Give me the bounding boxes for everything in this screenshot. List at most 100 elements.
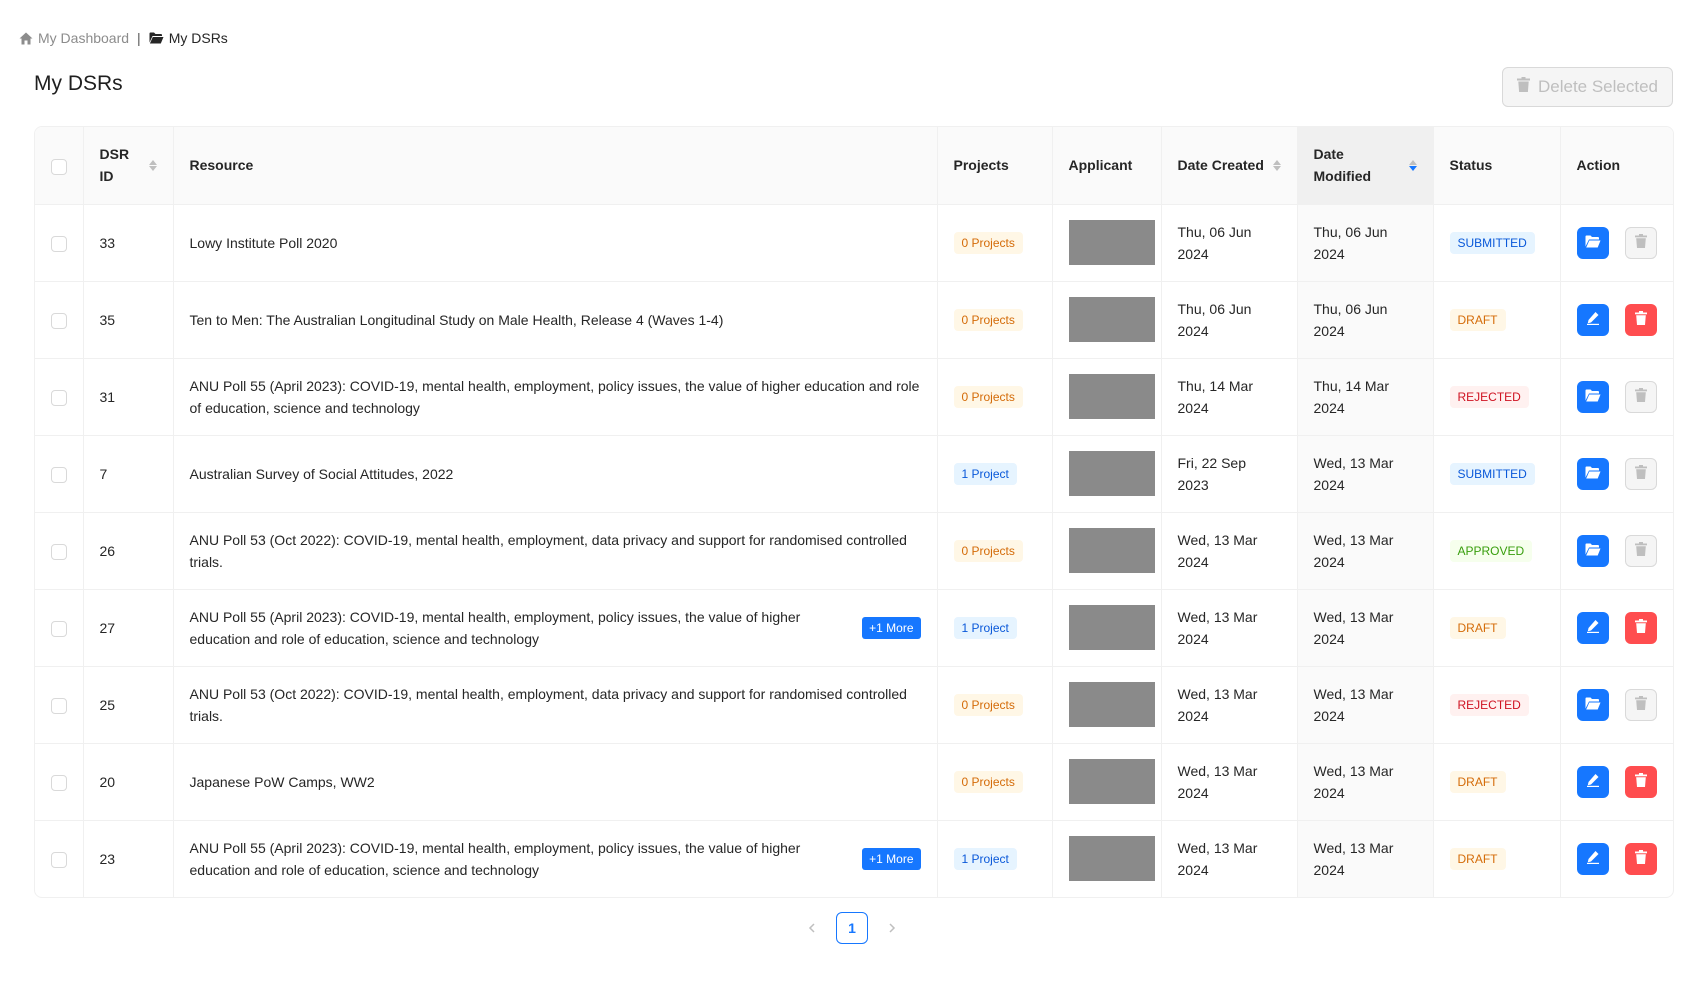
trash-icon xyxy=(1634,386,1647,408)
status-cell: REJECTED xyxy=(1433,666,1561,744)
projects-cell: 1 Project xyxy=(937,589,1053,667)
resource-name: Ten to Men: The Australian Longitudinal … xyxy=(189,311,724,328)
row-select-cell xyxy=(35,435,84,513)
applicant-cell xyxy=(1052,281,1162,359)
edit-button[interactable] xyxy=(1576,765,1609,798)
column-date-modified[interactable]: Date Modified xyxy=(1297,127,1434,205)
status-badge: SUBMITTED xyxy=(1449,463,1535,485)
folder-open-icon xyxy=(1585,694,1601,716)
row-checkbox[interactable] xyxy=(51,466,67,483)
more-resources-tag[interactable]: +1 More xyxy=(862,616,921,639)
dsr-id-cell: 35 xyxy=(83,281,174,359)
date-modified-cell: Wed, 13 Mar 2024 xyxy=(1297,435,1434,513)
projects-cell: 0 Projects xyxy=(937,512,1053,590)
table-header-row: DSR ID Resource Projects Applicant Date … xyxy=(35,127,1673,205)
chevron-right-icon[interactable] xyxy=(876,912,908,944)
column-dsr-id[interactable]: DSR ID xyxy=(83,127,174,205)
projects-tag[interactable]: 0 Projects xyxy=(953,694,1023,716)
folder-open-icon xyxy=(149,32,164,44)
projects-tag[interactable]: 0 Projects xyxy=(953,771,1023,793)
row-checkbox[interactable] xyxy=(51,543,67,560)
projects-cell: 0 Projects xyxy=(937,358,1053,436)
applicant-redacted xyxy=(1068,528,1155,573)
row-checkbox[interactable] xyxy=(51,235,67,252)
delete-button[interactable] xyxy=(1624,765,1657,798)
status-cell: SUBMITTED xyxy=(1433,204,1561,282)
trash-icon xyxy=(1634,617,1647,639)
projects-tag[interactable]: 0 Projects xyxy=(953,232,1023,254)
table-row: 25 ANU Poll 53 (Oct 2022): COVID-19, ment… xyxy=(35,666,1673,744)
projects-cell: 0 Projects xyxy=(937,743,1053,821)
edit-button[interactable] xyxy=(1576,611,1609,644)
projects-tag[interactable]: 0 Projects xyxy=(953,386,1023,408)
applicant-cell xyxy=(1052,743,1162,821)
column-date-modified-label: Date Modified xyxy=(1313,146,1372,185)
trash-icon xyxy=(1634,694,1647,716)
row-select-cell xyxy=(35,820,84,897)
delete-button-disabled xyxy=(1624,226,1657,259)
view-button[interactable] xyxy=(1576,380,1609,413)
status-badge: DRAFT xyxy=(1449,617,1506,639)
delete-button[interactable] xyxy=(1624,842,1657,875)
date-modified-cell: Wed, 13 Mar 2024 xyxy=(1297,820,1434,897)
edit-button[interactable] xyxy=(1576,842,1609,875)
row-checkbox[interactable] xyxy=(51,852,67,869)
breadcrumb-separator: | xyxy=(137,30,141,46)
resource-name: ANU Poll 53 (Oct 2022): COVID-19, mental… xyxy=(189,531,907,570)
projects-tag[interactable]: 1 Project xyxy=(953,463,1017,485)
table-row: 23 ANU Poll 55 (April 2023): COVID-19, me… xyxy=(35,820,1673,897)
view-button[interactable] xyxy=(1576,534,1609,567)
projects-tag[interactable]: 1 Project xyxy=(953,848,1017,871)
chevron-left-icon[interactable] xyxy=(796,912,828,944)
trash-icon xyxy=(1634,848,1647,870)
row-checkbox[interactable] xyxy=(51,312,67,329)
edit-icon xyxy=(1586,309,1600,331)
action-cell xyxy=(1560,512,1673,590)
resource-cell: ANU Poll 55 (April 2023): COVID-19, ment… xyxy=(173,358,938,436)
applicant-cell xyxy=(1052,204,1162,282)
projects-tag[interactable]: 0 Projects xyxy=(953,540,1023,562)
status-cell: DRAFT xyxy=(1433,281,1561,359)
date-created-cell: Thu, 14 Mar 2024 xyxy=(1161,358,1298,436)
date-created-cell: Fri, 22 Sep 2023 xyxy=(1161,435,1298,513)
pagination: 1 xyxy=(796,912,908,944)
more-resources-tag[interactable]: +1 More xyxy=(862,847,921,870)
applicant-redacted xyxy=(1068,451,1155,496)
row-checkbox[interactable] xyxy=(51,774,67,791)
edit-button[interactable] xyxy=(1576,303,1609,336)
resource-cell: ANU Poll 53 (Oct 2022): COVID-19, mental… xyxy=(173,512,938,590)
delete-button[interactable] xyxy=(1624,611,1657,644)
action-cell xyxy=(1560,743,1673,821)
projects-tag[interactable]: 1 Project xyxy=(953,617,1017,639)
delete-selected-button[interactable]: Delete Selected xyxy=(1502,67,1673,107)
column-dsr-id-label: DSR ID xyxy=(99,146,130,185)
row-select-cell xyxy=(35,589,84,667)
select-all-checkbox[interactable] xyxy=(51,158,67,175)
status-badge: SUBMITTED xyxy=(1449,232,1535,254)
applicant-redacted xyxy=(1068,220,1155,265)
page-button-current[interactable]: 1 xyxy=(836,912,868,944)
delete-button[interactable] xyxy=(1624,303,1657,336)
projects-cell: 0 Projects xyxy=(937,281,1053,359)
resource-name: ANU Poll 55 (April 2023): COVID-19, ment… xyxy=(189,377,920,416)
status-badge: DRAFT xyxy=(1449,309,1506,331)
view-button[interactable] xyxy=(1576,457,1609,490)
projects-cell: 1 Project xyxy=(937,820,1053,897)
dsr-id-cell: 23 xyxy=(83,820,174,897)
view-button[interactable] xyxy=(1576,226,1609,259)
action-cell xyxy=(1560,358,1673,436)
resource-cell: ANU Poll 55 (April 2023): COVID-19, ment… xyxy=(173,820,938,897)
dsr-id-cell: 25 xyxy=(83,666,174,744)
row-checkbox[interactable] xyxy=(51,697,67,714)
column-projects: Projects xyxy=(937,127,1053,205)
action-cell xyxy=(1560,204,1673,282)
view-button[interactable] xyxy=(1576,688,1609,721)
row-checkbox[interactable] xyxy=(51,389,67,406)
projects-tag[interactable]: 0 Projects xyxy=(953,309,1023,331)
applicant-redacted xyxy=(1068,759,1155,804)
row-select-cell xyxy=(35,743,84,821)
column-date-created[interactable]: Date Created xyxy=(1161,127,1298,205)
select-all-cell xyxy=(35,127,84,205)
row-checkbox[interactable] xyxy=(51,620,67,637)
breadcrumb-home-link[interactable]: My Dashboard xyxy=(19,30,129,46)
